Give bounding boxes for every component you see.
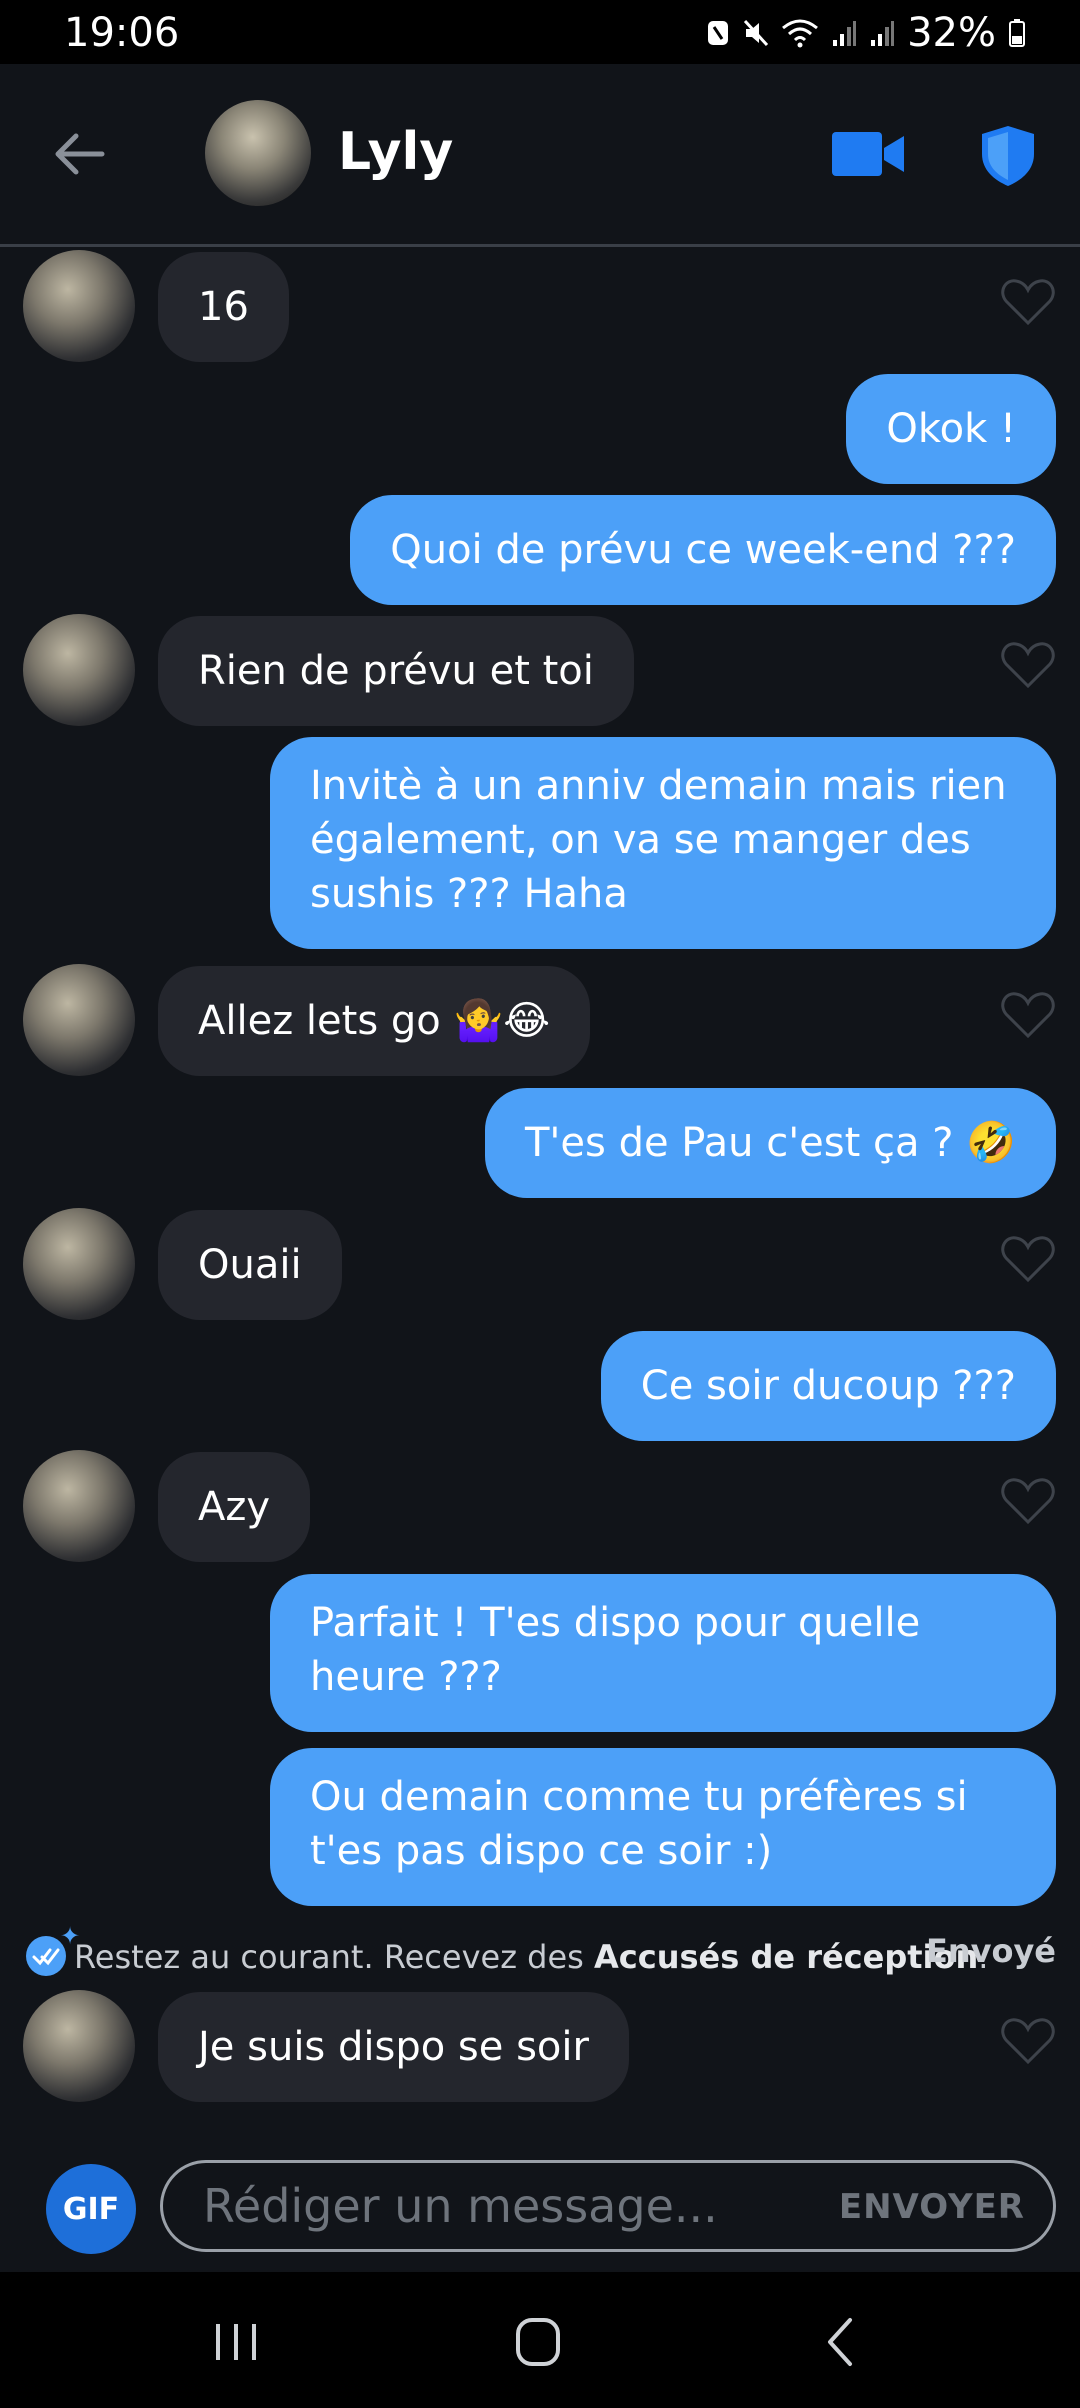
shield-icon[interactable]: [980, 124, 1036, 188]
battery-percent: 32%: [907, 10, 996, 56]
signal-icon: [833, 21, 857, 46]
avatar[interactable]: [23, 614, 135, 726]
send-button[interactable]: ENVOYER: [839, 2187, 1025, 2227]
message-bubble-outgoing[interactable]: Invitè à un anniv demain mais rien égale…: [270, 737, 1056, 949]
message-line: Ou demain comme tu préfères si: [310, 1774, 968, 1820]
message-bubble-outgoing[interactable]: Quoi de prévu ce week-end ???: [350, 495, 1056, 605]
message-line: t'es pas dispo ce soir :): [310, 1828, 773, 1874]
heart-icon[interactable]: [1000, 277, 1056, 327]
message-line: heure ???: [310, 1654, 502, 1700]
back-icon[interactable]: [812, 2316, 872, 2368]
home-icon[interactable]: [508, 2316, 568, 2368]
message-line: également, on va se manger des: [310, 817, 971, 863]
wifi-icon: [782, 19, 819, 48]
back-arrow-icon[interactable]: [50, 124, 110, 184]
message-bubble-incoming[interactable]: Azy: [158, 1452, 311, 1562]
message-bubble-incoming[interactable]: 16: [158, 252, 289, 362]
heart-icon[interactable]: [1000, 1476, 1056, 1526]
gif-button[interactable]: GIF: [46, 2164, 136, 2254]
avatar[interactable]: [23, 1990, 135, 2102]
signal-icon-2: [871, 21, 895, 46]
message-bubble-outgoing[interactable]: Ce soir ducoup ???: [600, 1331, 1056, 1441]
message-input[interactable]: Rédiger un message... ENVOYER: [160, 2160, 1056, 2252]
message-bubble-outgoing[interactable]: Ou demain comme tu préfères si t'es pas …: [270, 1748, 1056, 1906]
avatar[interactable]: [205, 100, 311, 206]
message-bubble-incoming[interactable]: Rien de prévu et toi: [158, 616, 634, 726]
sent-status: Envoyé: [925, 1932, 1056, 1970]
heart-icon[interactable]: [1000, 1234, 1056, 1284]
message-line: sushis ??? Haha: [310, 871, 628, 917]
message-bubble-outgoing[interactable]: Okok !: [846, 374, 1056, 484]
receipt-link[interactable]: Accusés de réception: [594, 1938, 978, 1976]
recents-icon[interactable]: [206, 2316, 266, 2368]
contact-name[interactable]: Lyly: [338, 122, 453, 182]
message-bubble-outgoing[interactable]: T'es de Pau c'est ça ? 🤣: [484, 1088, 1056, 1198]
heart-icon[interactable]: [1000, 2016, 1056, 2066]
receipt-text: Restez au courant. Recevez des Accusés d…: [74, 1938, 989, 1976]
nfc-icon: [708, 21, 729, 45]
avatar[interactable]: [23, 250, 135, 362]
navigation-bar: [0, 2272, 1080, 2408]
message-line: Parfait ! T'es dispo pour quelle: [310, 1600, 921, 1646]
message-placeholder: Rédiger un message...: [203, 2179, 718, 2233]
status-time: 19:06: [64, 10, 180, 56]
heart-icon[interactable]: [1000, 990, 1056, 1040]
battery-icon: [1009, 19, 1025, 47]
message-bubble-incoming[interactable]: Je suis dispo se soir: [158, 1992, 629, 2102]
heart-icon[interactable]: [1000, 640, 1056, 690]
message-bubble-incoming[interactable]: Allez lets go 🤷‍♀️😂: [158, 966, 590, 1076]
status-icons: 32%: [705, 10, 1026, 56]
avatar[interactable]: [23, 964, 135, 1076]
chat-header: Lyly: [0, 64, 1080, 247]
message-line: Invitè à un anniv demain mais rien: [310, 763, 1007, 809]
avatar[interactable]: [23, 1450, 135, 1562]
status-bar: 19:06 32%: [0, 0, 1080, 64]
video-call-icon[interactable]: [830, 130, 906, 178]
avatar[interactable]: [23, 1208, 135, 1320]
mute-icon: [743, 19, 769, 47]
message-bubble-outgoing[interactable]: Parfait ! T'es dispo pour quelle heure ?…: [270, 1574, 1056, 1732]
read-receipt-banner[interactable]: ✦ Restez au courant. Recevez des Accusés…: [26, 1922, 1056, 1982]
message-bubble-incoming[interactable]: Ouaii: [158, 1210, 342, 1320]
message-composer: GIF Rédiger un message... ENVOYER: [0, 2140, 1080, 2276]
